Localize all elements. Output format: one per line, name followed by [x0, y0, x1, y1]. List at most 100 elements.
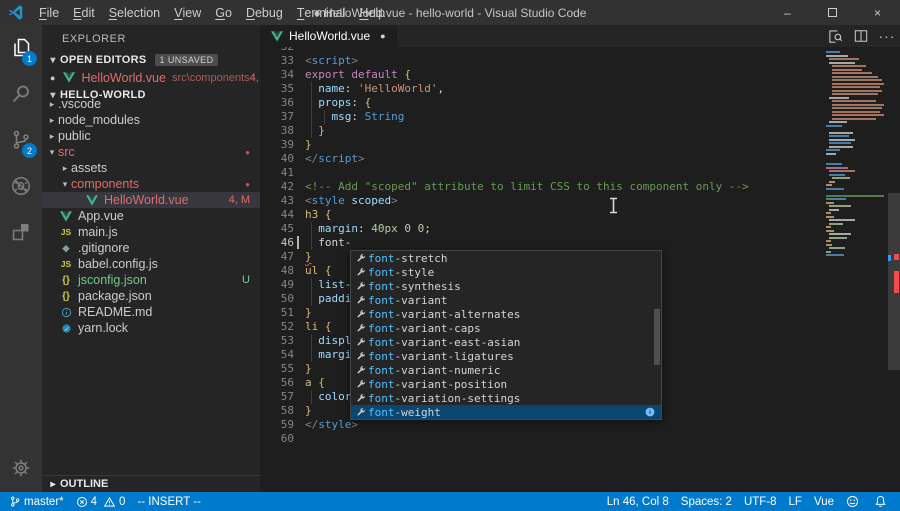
- vue-file-icon: [269, 31, 285, 42]
- tree-file-main-js[interactable]: JSmain.js: [42, 224, 260, 240]
- minimap-line: [829, 135, 849, 137]
- menu-go[interactable]: Go: [208, 0, 239, 25]
- open-editor-filename: HelloWorld.vue: [81, 71, 166, 85]
- minimap-line: [826, 184, 832, 186]
- error-icon: [76, 496, 88, 508]
- line-number: 32: [270, 47, 294, 54]
- tree-file-readme-md[interactable]: README.md: [42, 304, 260, 320]
- notifications-bell-icon[interactable]: [868, 492, 900, 511]
- code-text: msg: String: [305, 110, 404, 124]
- code-line-43: 43<style scoped>: [260, 194, 822, 208]
- code-line-34: 34export default {: [260, 68, 822, 82]
- tree-item-label: main.js: [78, 225, 118, 239]
- tree-item-label: .vscode: [58, 97, 101, 111]
- property-wrench-icon: [354, 323, 368, 333]
- line-number: 38: [270, 124, 294, 138]
- minimap-line: [829, 58, 859, 60]
- menu-edit[interactable]: Edit: [66, 0, 102, 25]
- problems-indicator[interactable]: 4 0: [70, 492, 132, 511]
- tree-item-label: yarn.lock: [78, 321, 128, 335]
- vim-mode-indicator[interactable]: -- INSERT --: [131, 492, 206, 511]
- minimap-line: [826, 188, 844, 190]
- property-wrench-icon: [354, 407, 368, 417]
- minimap-line: [829, 170, 855, 172]
- minimap-line: [832, 90, 882, 92]
- settings-gear-icon[interactable]: [0, 447, 42, 489]
- extensions-icon[interactable]: [0, 211, 42, 253]
- close-button[interactable]: ×: [855, 0, 900, 25]
- menu-view[interactable]: View: [167, 0, 208, 25]
- suggest-item-font-stretch[interactable]: font-stretch: [351, 251, 661, 265]
- tree-file-helloworld-vue[interactable]: HelloWorld.vue4, M: [42, 192, 260, 208]
- tree-file-package-json[interactable]: {}package.json: [42, 288, 260, 304]
- tree-folder-public[interactable]: ▸public: [42, 128, 260, 144]
- maximize-button[interactable]: [810, 0, 855, 25]
- feedback-smiley-icon[interactable]: [840, 492, 868, 511]
- minimap-line: [832, 76, 878, 78]
- minimap-line: [832, 72, 872, 74]
- open-editors-header[interactable]: ▾ OPEN EDITORS 1 UNSAVED: [42, 51, 260, 69]
- suggest-item-font-variation-settings[interactable]: font-variation-settings: [351, 391, 661, 405]
- language-mode-indicator[interactable]: Vue: [808, 492, 840, 511]
- split-editor-icon[interactable]: [848, 29, 874, 43]
- suggest-item-font-style[interactable]: font-style: [351, 265, 661, 279]
- tree-folder--vscode[interactable]: ▸.vscode: [42, 96, 260, 112]
- menu-file[interactable]: File: [32, 0, 66, 25]
- suggest-item-font-synthesis[interactable]: font-synthesis: [351, 279, 661, 293]
- cursor-overview-mark: [888, 255, 891, 261]
- eol-indicator[interactable]: LF: [783, 492, 808, 511]
- minimap-line: [829, 181, 835, 183]
- minimap-line: [829, 62, 855, 64]
- open-editors-label: OPEN EDITORS: [60, 54, 147, 66]
- git-branch-indicator[interactable]: master*: [0, 492, 70, 511]
- suggest-item-font-variant-alternates[interactable]: font-variant-alternates: [351, 307, 661, 321]
- minimize-button[interactable]: –: [765, 0, 810, 25]
- line-number: 59: [270, 418, 294, 432]
- tree-folder-src[interactable]: ▾src●: [42, 144, 260, 160]
- tree-file-jsconfig-json[interactable]: {}jsconfig.jsonU: [42, 272, 260, 288]
- open-preview-icon[interactable]: [822, 29, 848, 44]
- minimap-line: [829, 209, 839, 211]
- explorer-icon[interactable]: 1: [0, 27, 42, 69]
- menu-debug[interactable]: Debug: [239, 0, 290, 25]
- suggest-item-font-variant-ligatures[interactable]: font-variant-ligatures: [351, 349, 661, 363]
- code-editor[interactable]: 6059</style>58}57 color: #42b983;56a {55…: [260, 47, 900, 492]
- vscode-window: FileEditSelectionViewGoDebugTerminalHelp…: [0, 0, 900, 511]
- suggest-item-font-variant-east-asian[interactable]: font-variant-east-asian: [351, 335, 661, 349]
- tree-file-babel-config-js[interactable]: JSbabel.config.js: [42, 256, 260, 272]
- editor-scrollbar[interactable]: [888, 47, 900, 492]
- tree-file--gitignore[interactable]: ◆.gitignore: [42, 240, 260, 256]
- source-control-icon[interactable]: 2: [0, 119, 42, 161]
- debug-icon[interactable]: [0, 165, 42, 207]
- file-decoration: U: [242, 274, 260, 286]
- outline-section-header[interactable]: ▸ OUTLINE: [42, 475, 260, 492]
- minimap-line: [826, 244, 832, 246]
- tree-file-yarn-lock[interactable]: yarn.lock: [42, 320, 260, 336]
- explorer-sidebar: EXPLORER ▾ OPEN EDITORS 1 UNSAVED ● Hell…: [42, 25, 260, 492]
- suggest-item-font-variant[interactable]: font-variant: [351, 293, 661, 307]
- suggest-item-font-variant-numeric[interactable]: font-variant-numeric: [351, 363, 661, 377]
- cursor-position-indicator[interactable]: Ln 46, Col 8: [601, 492, 675, 511]
- line-number: 40: [270, 152, 294, 166]
- open-editor-item[interactable]: ● HelloWorld.vue src\components 4, M: [42, 69, 260, 86]
- menu-selection[interactable]: Selection: [102, 0, 167, 25]
- suggest-item-font-weight[interactable]: font-weight: [351, 405, 661, 419]
- tree-folder-assets[interactable]: ▸assets: [42, 160, 260, 176]
- indentation-indicator[interactable]: Spaces: 2: [675, 492, 738, 511]
- tree-folder-components[interactable]: ▾components●: [42, 176, 260, 192]
- minimap-line: [832, 114, 884, 116]
- tab-helloworld-vue[interactable]: HelloWorld.vue ●: [260, 25, 397, 47]
- more-actions-icon[interactable]: ···: [874, 28, 900, 44]
- tree-folder-node-modules[interactable]: ▸node_modules: [42, 112, 260, 128]
- encoding-indicator[interactable]: UTF-8: [738, 492, 783, 511]
- suggest-info-icon[interactable]: [645, 407, 655, 420]
- suggest-item-font-variant-position[interactable]: font-variant-position: [351, 377, 661, 391]
- search-icon[interactable]: [0, 73, 42, 115]
- suggest-item-font-variant-caps[interactable]: font-variant-caps: [351, 321, 661, 335]
- minimap-line: [829, 223, 843, 225]
- tree-file-app-vue[interactable]: App.vue: [42, 208, 260, 224]
- line-number: 58: [270, 404, 294, 418]
- tree-item-label: node_modules: [58, 113, 140, 127]
- code-text: a {: [305, 376, 325, 390]
- minimap[interactable]: [822, 47, 888, 492]
